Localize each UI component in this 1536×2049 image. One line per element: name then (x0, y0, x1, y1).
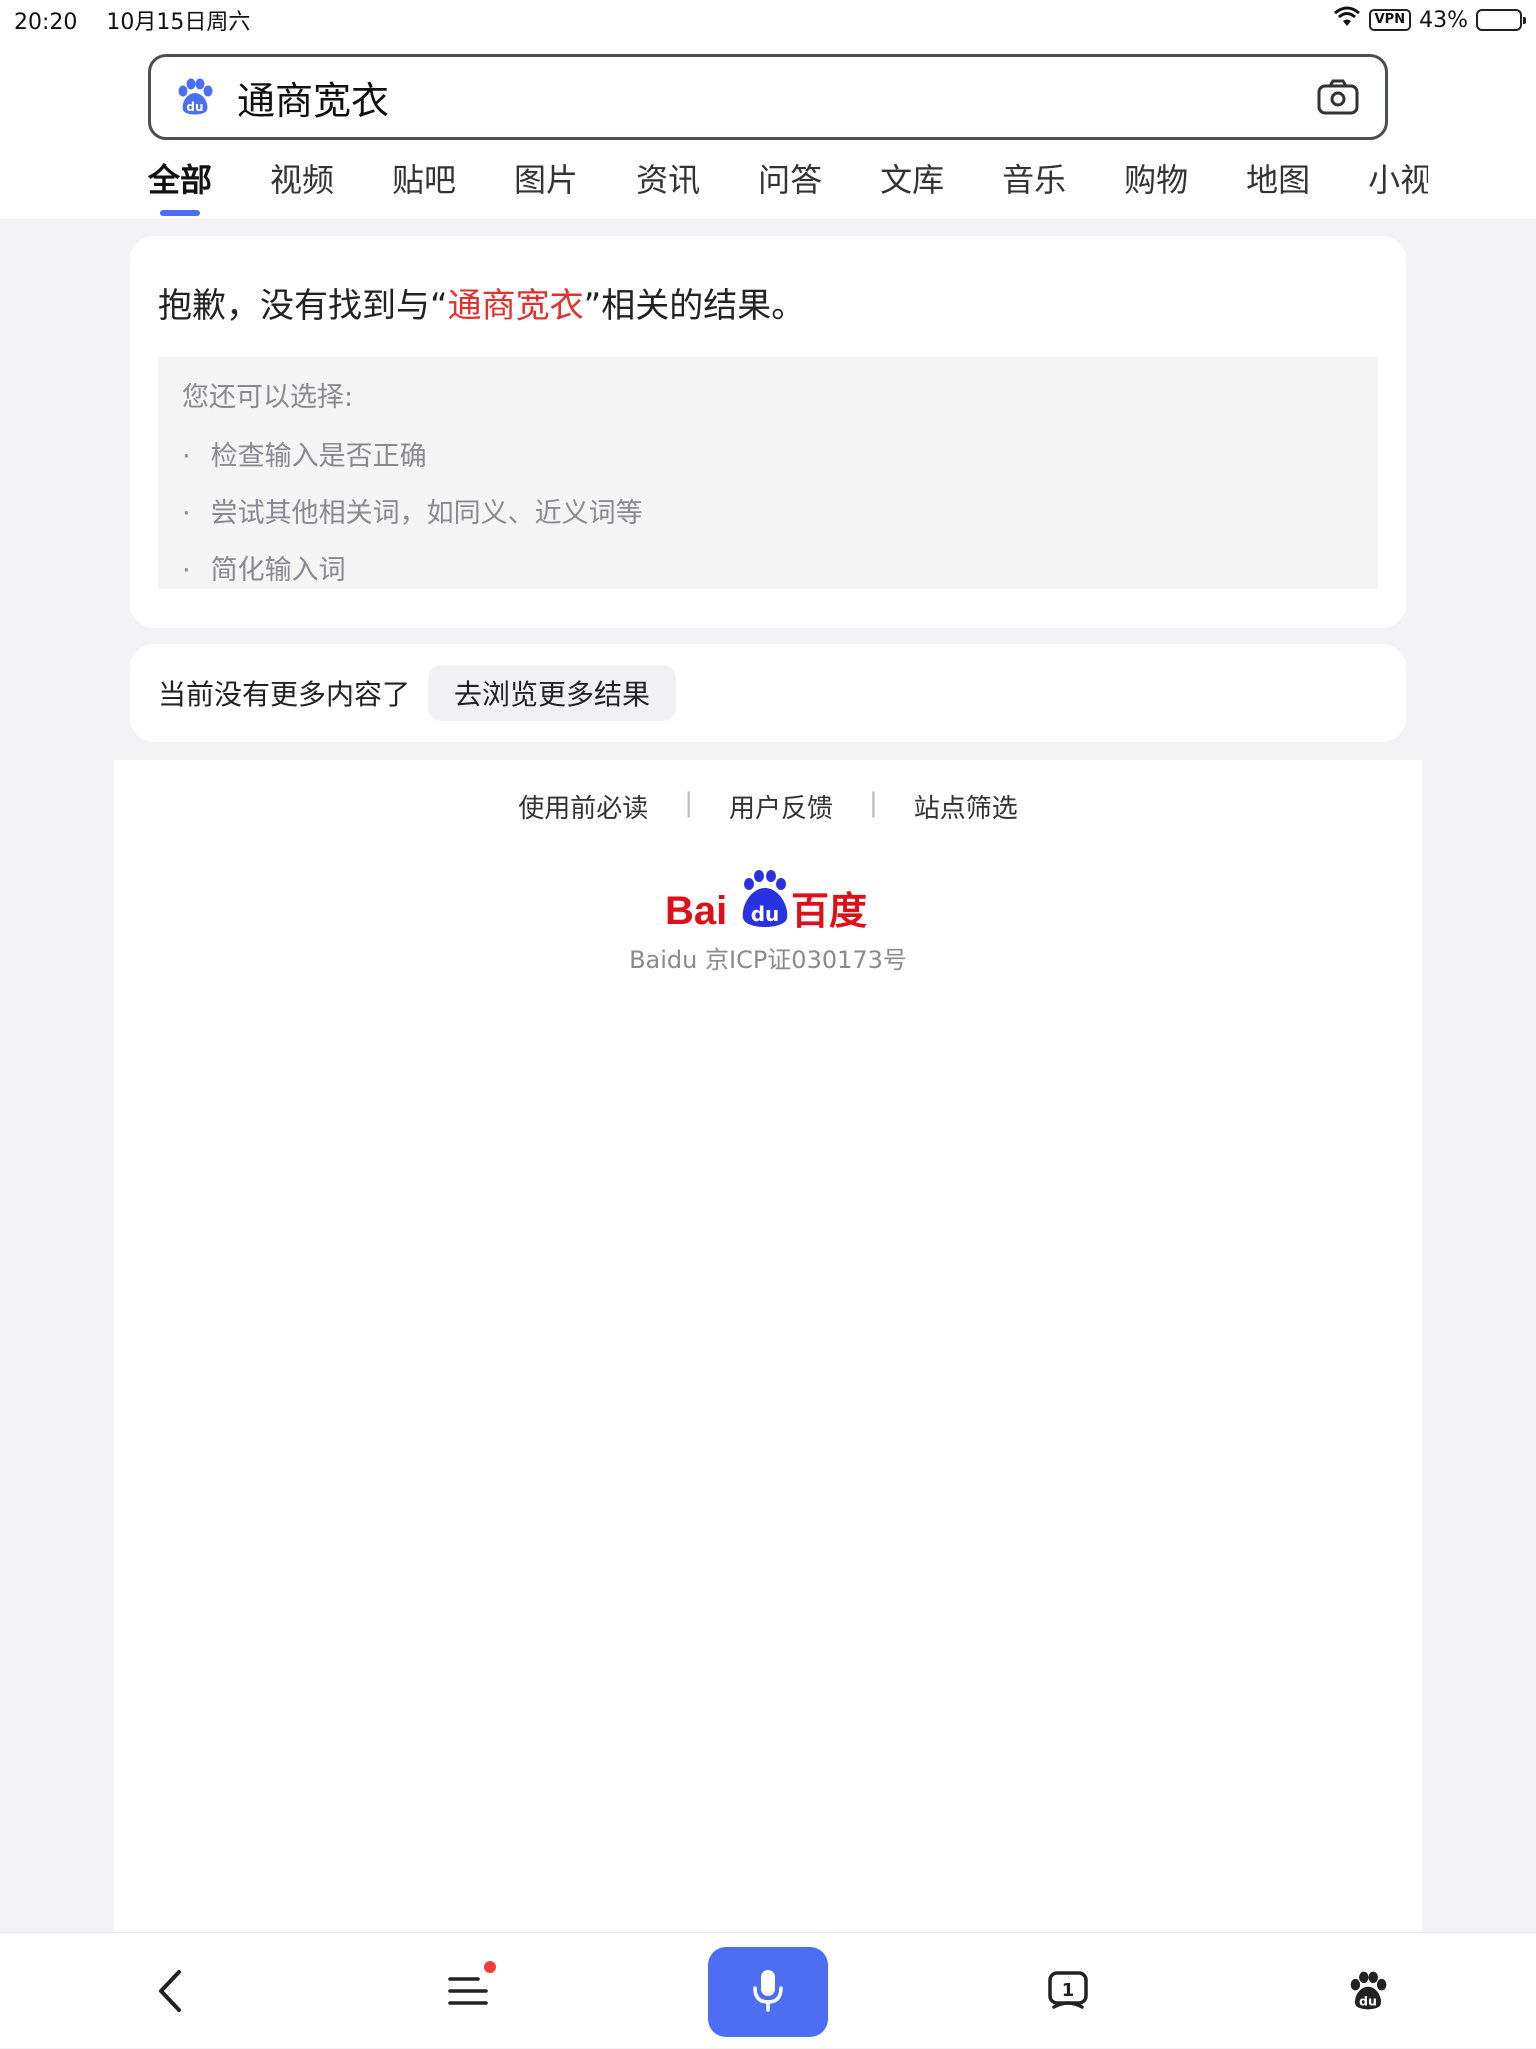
browse-more-button[interactable]: 去浏览更多结果 (428, 665, 677, 721)
category-tabs: 全部 视频 贴吧 图片 资讯 问答 文库 音乐 购物 地图 小视 (148, 158, 1428, 218)
svg-text:du: du (186, 100, 203, 114)
tab-music[interactable]: 音乐 (1002, 158, 1066, 218)
footer-link-site-filter[interactable]: 站点筛选 (878, 788, 1054, 825)
tab-all[interactable]: 全部 (148, 158, 212, 218)
battery-percent: 43% (1419, 7, 1468, 33)
status-date: 10月15日周六 (106, 10, 251, 35)
suggestion-item: 检查输入是否正确 (182, 434, 1354, 473)
wifi-icon (1333, 6, 1361, 34)
tab-shopping[interactable]: 购物 (1124, 158, 1188, 218)
no-more-note: 当前没有更多内容了 (158, 678, 411, 711)
logo-text-cn: 百度 (791, 889, 867, 933)
tab-short-video[interactable]: 小视 (1368, 158, 1428, 218)
baidu-logo: Bai du 百度 (114, 866, 1422, 936)
footer-separator: | (684, 788, 693, 818)
no-result-card: 抱歉，没有找到与“通商宽衣”相关的结果。 您还可以选择: 检查输入是否正确 尝试… (130, 236, 1406, 628)
no-result-suffix: ”相关的结果。 (583, 286, 806, 326)
baidu-paw-icon: du (175, 77, 215, 117)
footer-separator: | (869, 788, 878, 818)
tab-count: 1 (1062, 1980, 1075, 2001)
search-header: du 全部 视频 贴吧 图片 资讯 问答 文库 音乐 购物 地图 小视 (0, 40, 1536, 220)
notification-dot (484, 1961, 496, 1973)
no-result-message: 抱歉，没有找到与“通商宽衣”相关的结果。 (158, 278, 1378, 327)
no-result-keyword: 通商宽衣 (447, 286, 584, 326)
camera-icon[interactable] (1315, 74, 1361, 120)
svg-text:du: du (1359, 1994, 1377, 2009)
microphone-icon (751, 1968, 785, 2016)
battery-icon (1476, 9, 1526, 31)
tab-images[interactable]: 图片 (514, 158, 578, 218)
bottom-toolbar: 1 du (0, 1932, 1536, 2048)
footer-links: 使用前必读 | 用户反馈 | 站点筛选 (114, 788, 1422, 825)
baidu-home-icon[interactable]: du (1336, 1933, 1400, 2049)
tab-tieba[interactable]: 贴吧 (392, 158, 456, 218)
logo-text-du: du (751, 902, 780, 926)
search-box[interactable]: du (148, 54, 1388, 140)
voice-search-button[interactable] (708, 1947, 828, 2037)
vpn-badge: VPN (1368, 9, 1412, 31)
no-more-card: 当前没有更多内容了 去浏览更多结果 (130, 644, 1406, 742)
tab-news[interactable]: 资讯 (636, 158, 700, 218)
tab-qa[interactable]: 问答 (758, 158, 822, 218)
footer-area: 使用前必读 | 用户反馈 | 站点筛选 Bai du 百度 Baidu 京ICP… (114, 760, 1422, 1932)
status-time: 20:20 (14, 10, 78, 35)
tabs-icon[interactable]: 1 (1036, 1933, 1100, 2049)
status-right: VPN 43% (1333, 6, 1526, 34)
status-left: 20:20 10月15日周六 (14, 4, 272, 36)
tab-wenku[interactable]: 文库 (880, 158, 944, 218)
menu-icon[interactable] (440, 1933, 500, 2049)
footer-link-terms[interactable]: 使用前必读 (482, 788, 684, 825)
back-icon[interactable] (140, 1933, 200, 2049)
suggestion-item: 简化输入词 (182, 548, 1354, 587)
no-result-prefix: 抱歉，没有找到与“ (158, 286, 448, 326)
tab-map[interactable]: 地图 (1246, 158, 1310, 218)
icp-license: Baidu 京ICP证030173号 (629, 946, 907, 974)
footer-link-feedback[interactable]: 用户反馈 (693, 788, 869, 825)
status-bar: 20:20 10月15日周六 VPN 43% (0, 0, 1536, 40)
search-input[interactable] (237, 75, 1315, 119)
suggestion-box: 您还可以选择: 检查输入是否正确 尝试其他相关词，如同义、近义词等 简化输入词 (158, 357, 1378, 589)
tab-video[interactable]: 视频 (270, 158, 334, 218)
suggestion-title: 您还可以选择: (182, 382, 354, 413)
suggestion-item: 尝试其他相关词，如同义、近义词等 (182, 491, 1354, 530)
logo-text-latin: Bai (665, 889, 727, 933)
